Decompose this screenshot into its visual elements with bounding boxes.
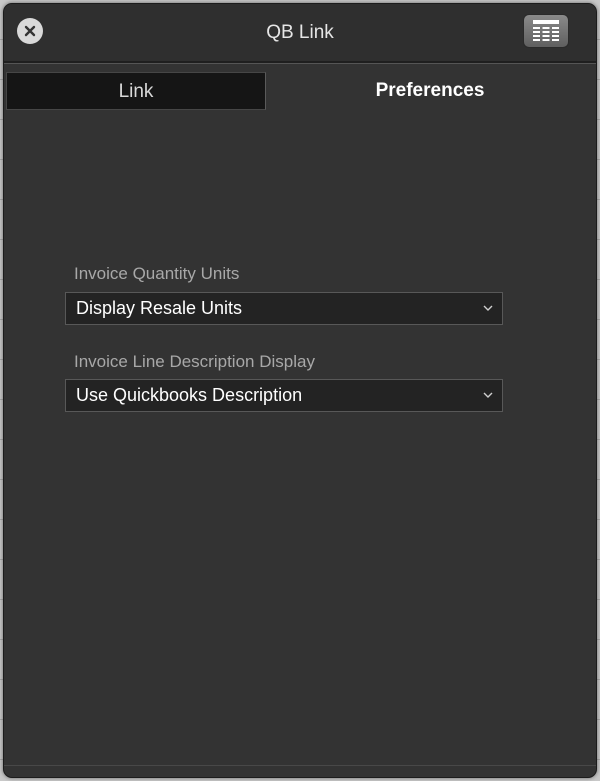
qb-link-window: QB Link Link Preferences Invoice Quantit… [3,3,597,778]
tab-link[interactable]: Link [6,72,266,110]
table-menu-icon [533,20,559,41]
chevron-down-icon [483,392,493,398]
line-description-value: Use Quickbooks Description [76,385,303,405]
quantity-units-value: Display Resale Units [76,298,243,318]
close-icon [24,25,36,37]
table-menu-button[interactable] [523,14,569,48]
title-bar-highlight [4,63,596,64]
line-description-label: Invoice Line Description Display [74,352,315,371]
close-button[interactable] [17,18,43,44]
tab-preferences[interactable]: Preferences [266,72,594,110]
quantity-units-label: Invoice Quantity Units [74,264,240,283]
quantity-units-select[interactable]: Display Resale Units [65,292,503,325]
window-title: QB Link [266,22,334,43]
tab-bar: Link Preferences [6,72,594,110]
title-bar: QB Link [4,4,596,61]
footer-divider [4,765,596,766]
line-description-select[interactable]: Use Quickbooks Description [65,379,503,412]
chevron-down-icon [483,305,493,311]
